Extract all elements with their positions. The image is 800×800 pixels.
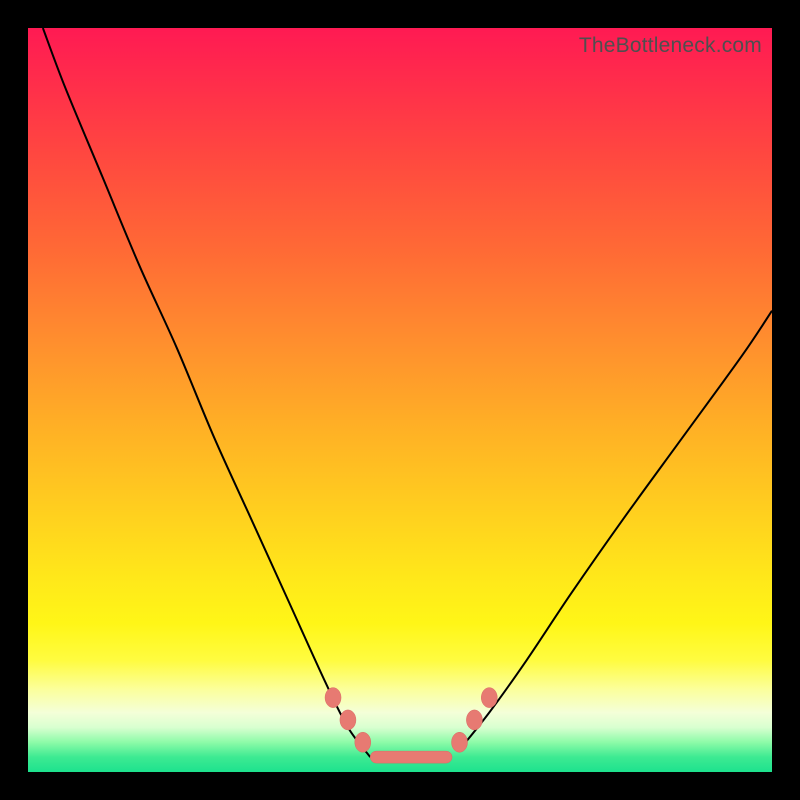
marker-point (340, 710, 356, 730)
marker-point (325, 688, 341, 708)
marker-point (355, 732, 371, 752)
marker-point (466, 710, 482, 730)
marker-point (481, 688, 497, 708)
right-curve (460, 311, 772, 750)
curve-overlay (28, 28, 772, 772)
marker-point (452, 732, 468, 752)
marker-flat-segment (370, 751, 452, 763)
left-curve (43, 28, 370, 757)
marker-group (325, 688, 497, 753)
plot-area: TheBottleneck.com (28, 28, 772, 772)
chart-frame: TheBottleneck.com (0, 0, 800, 800)
